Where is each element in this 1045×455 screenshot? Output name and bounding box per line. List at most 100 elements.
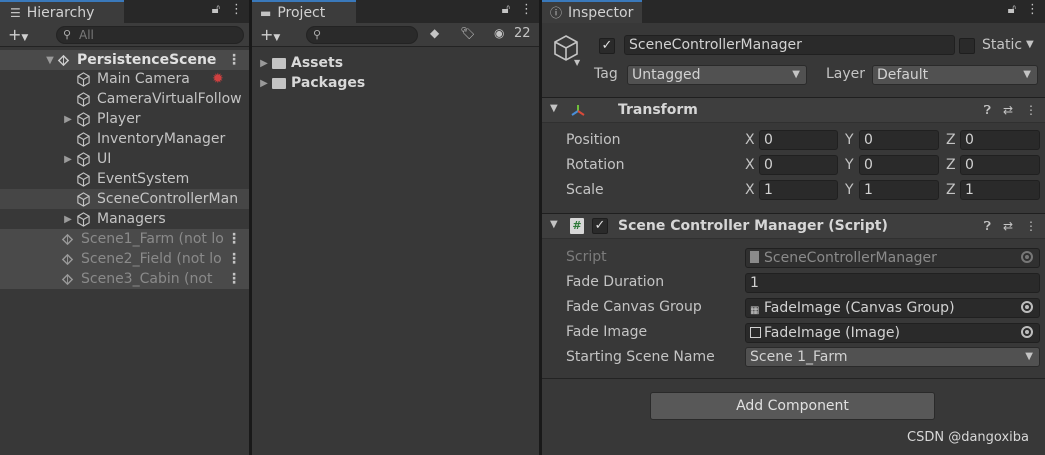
help-icon[interactable]: ❓︎ — [984, 219, 991, 234]
rotation-z-axis[interactable]: Z — [946, 157, 956, 173]
active-checkbox[interactable]: ✓ — [599, 38, 615, 54]
expand-arrow-icon[interactable]: ▶ — [258, 58, 270, 69]
hierarchy-row-scene[interactable]: ▼ PersistenceScene ⋮ — [0, 50, 249, 70]
collapse-arrow-icon[interactable]: ▼ — [550, 103, 558, 114]
lock-icon[interactable]: 🔓︎ — [1008, 2, 1016, 17]
hierarchy-row[interactable]: ▶ Managers — [0, 209, 249, 229]
kebab-menu-icon[interactable]: ⋮ — [230, 2, 243, 17]
hidden-packages-eye-icon[interactable]: ◉ — [494, 26, 504, 40]
position-y-field[interactable]: 0 — [859, 130, 939, 150]
position-z-field[interactable]: 0 — [960, 130, 1040, 150]
project-panel: ▬ Project 🔓︎ ⋮ +▼ ⚲ ◆ 🏷︎ ◉ 22 ▶ Assets ▶… — [252, 0, 539, 455]
search-placeholder: All — [79, 28, 94, 42]
collapse-arrow-icon[interactable]: ▼ — [550, 219, 558, 230]
static-checkbox[interactable] — [959, 38, 975, 54]
layer-dropdown[interactable]: Default ▼ — [872, 65, 1038, 85]
icon-dropdown-caret-icon[interactable]: ▼ — [574, 58, 580, 67]
inspector-tab-buttons: 🔓︎ ⋮ — [1008, 2, 1039, 17]
rotation-y-field[interactable]: 0 — [859, 155, 939, 175]
rotation-x-field[interactable]: 0 — [759, 155, 838, 175]
create-button[interactable]: +▼ — [260, 25, 280, 44]
fade-image-field[interactable]: FadeImage (Image) — [745, 323, 1040, 343]
fade-duration-label: Fade Duration — [566, 274, 665, 290]
object-name-field[interactable]: SceneControllerManager — [624, 35, 955, 55]
rotation-label: Rotation — [566, 157, 625, 173]
transform-header[interactable]: ▼ Transform ❓︎ ⇄ ⋮ — [542, 97, 1045, 123]
row-label: UI — [97, 151, 112, 167]
transform-title: Transform — [618, 102, 698, 118]
scale-x-field[interactable]: 1 — [759, 180, 838, 200]
kebab-menu-icon[interactable]: ⋮ — [1025, 219, 1037, 234]
position-x-axis[interactable]: X — [745, 132, 755, 148]
presets-icon[interactable]: ⇄ — [1003, 103, 1013, 118]
scene-kebab-icon[interactable]: ⋮ — [227, 271, 241, 287]
rotation-z-field[interactable]: 0 — [960, 155, 1040, 175]
hierarchy-row[interactable]: InventoryManager — [0, 129, 249, 149]
hierarchy-row-unloaded-scene[interactable]: Scene1_Farm (not lo ⋮ — [0, 229, 249, 249]
kebab-menu-icon[interactable]: ⋮ — [1026, 2, 1039, 17]
hierarchy-row[interactable]: ▶ Player — [0, 109, 249, 129]
kebab-menu-icon[interactable]: ⋮ — [1025, 103, 1037, 118]
create-button[interactable]: +▼ — [8, 25, 28, 44]
folder-icon — [272, 77, 286, 89]
filter-by-label-icon[interactable]: 🏷︎ — [460, 26, 475, 40]
scene-kebab-icon[interactable]: ⋮ — [227, 52, 241, 68]
presets-icon[interactable]: ⇄ — [1003, 219, 1013, 234]
kebab-menu-icon[interactable]: ⋮ — [520, 2, 533, 17]
tab-project-label: Project — [277, 4, 326, 21]
chevron-down-icon: ▼ — [792, 69, 800, 80]
hierarchy-row-selected[interactable]: SceneControllerMan — [0, 189, 249, 209]
scale-y-axis[interactable]: Y — [845, 182, 854, 198]
filter-by-type-icon[interactable]: ◆ — [430, 26, 439, 40]
script-component-header[interactable]: ▼ # ✓ Scene Controller Manager (Script) … — [542, 213, 1045, 239]
tab-hierarchy[interactable]: ☰ Hierarchy — [0, 0, 124, 23]
position-y-axis[interactable]: Y — [845, 132, 854, 148]
hierarchy-row[interactable]: ▶ UI — [0, 149, 249, 169]
lock-icon[interactable]: 🔓︎ — [502, 2, 510, 17]
lock-icon[interactable]: 🔓︎ — [212, 2, 220, 17]
expand-arrow-icon[interactable]: ▼ — [44, 55, 56, 66]
tag-dropdown[interactable]: Untagged ▼ — [627, 65, 807, 85]
position-z-axis[interactable]: Z — [946, 132, 956, 148]
scale-z-field[interactable]: 1 — [960, 180, 1040, 200]
position-x-field[interactable]: 0 — [759, 130, 838, 150]
tab-hierarchy-label: Hierarchy — [26, 4, 95, 21]
folder-row-assets[interactable]: ▶ Assets — [252, 53, 539, 73]
hierarchy-row-unloaded-scene[interactable]: Scene3_Cabin (not ⋮ — [0, 269, 249, 289]
project-search-input[interactable]: ⚲ — [306, 26, 418, 44]
scene-kebab-icon[interactable]: ⋮ — [227, 251, 241, 267]
expand-arrow-icon[interactable]: ▶ — [258, 78, 270, 89]
component-enabled-checkbox[interactable]: ✓ — [592, 218, 608, 234]
position-label: Position — [566, 132, 621, 148]
expand-arrow-icon[interactable]: ▶ — [62, 214, 74, 225]
script-field: SceneControllerManager — [745, 248, 1040, 268]
scene-label: Scene2_Field (not lo — [81, 251, 222, 267]
object-picker-icon[interactable] — [1021, 326, 1033, 338]
hierarchy-row[interactable]: EventSystem — [0, 169, 249, 189]
scale-x-axis[interactable]: X — [745, 182, 755, 198]
add-component-button[interactable]: Add Component — [650, 392, 935, 420]
fade-duration-field[interactable]: 1 — [745, 273, 1040, 293]
hierarchy-row-unloaded-scene[interactable]: Scene2_Field (not lo ⋮ — [0, 249, 249, 269]
expand-arrow-icon[interactable]: ▶ — [62, 114, 74, 125]
tab-project[interactable]: ▬ Project — [252, 0, 356, 23]
help-icon[interactable]: ❓︎ — [984, 103, 991, 118]
gameobject-cube-icon — [77, 131, 90, 147]
expand-arrow-icon[interactable]: ▶ — [62, 154, 74, 165]
hierarchy-search-input[interactable]: ⚲ All — [56, 26, 244, 44]
rotation-x-axis[interactable]: X — [745, 157, 755, 173]
object-picker-icon[interactable] — [1021, 301, 1033, 313]
csharp-script-icon: # — [570, 218, 584, 234]
scale-y-field[interactable]: 1 — [859, 180, 939, 200]
hierarchy-row[interactable]: Main Camera ✹ — [0, 69, 249, 89]
static-dropdown-icon[interactable]: ▼ — [1026, 39, 1034, 50]
hierarchy-row[interactable]: CameraVirtualFollow — [0, 89, 249, 109]
scene-kebab-icon[interactable]: ⋮ — [227, 231, 241, 247]
scale-z-axis[interactable]: Z — [946, 182, 956, 198]
folder-row-packages[interactable]: ▶ Packages — [252, 73, 539, 93]
tab-inspector[interactable]: ⓘ Inspector — [542, 0, 642, 23]
project-tabbar: ▬ Project 🔓︎ ⋮ — [252, 0, 539, 23]
starting-scene-dropdown[interactable]: Scene 1_Farm ▼ — [745, 347, 1040, 367]
rotation-y-axis[interactable]: Y — [845, 157, 854, 173]
fade-canvas-group-field[interactable]: ▦ FadeImage (Canvas Group) — [745, 298, 1040, 318]
